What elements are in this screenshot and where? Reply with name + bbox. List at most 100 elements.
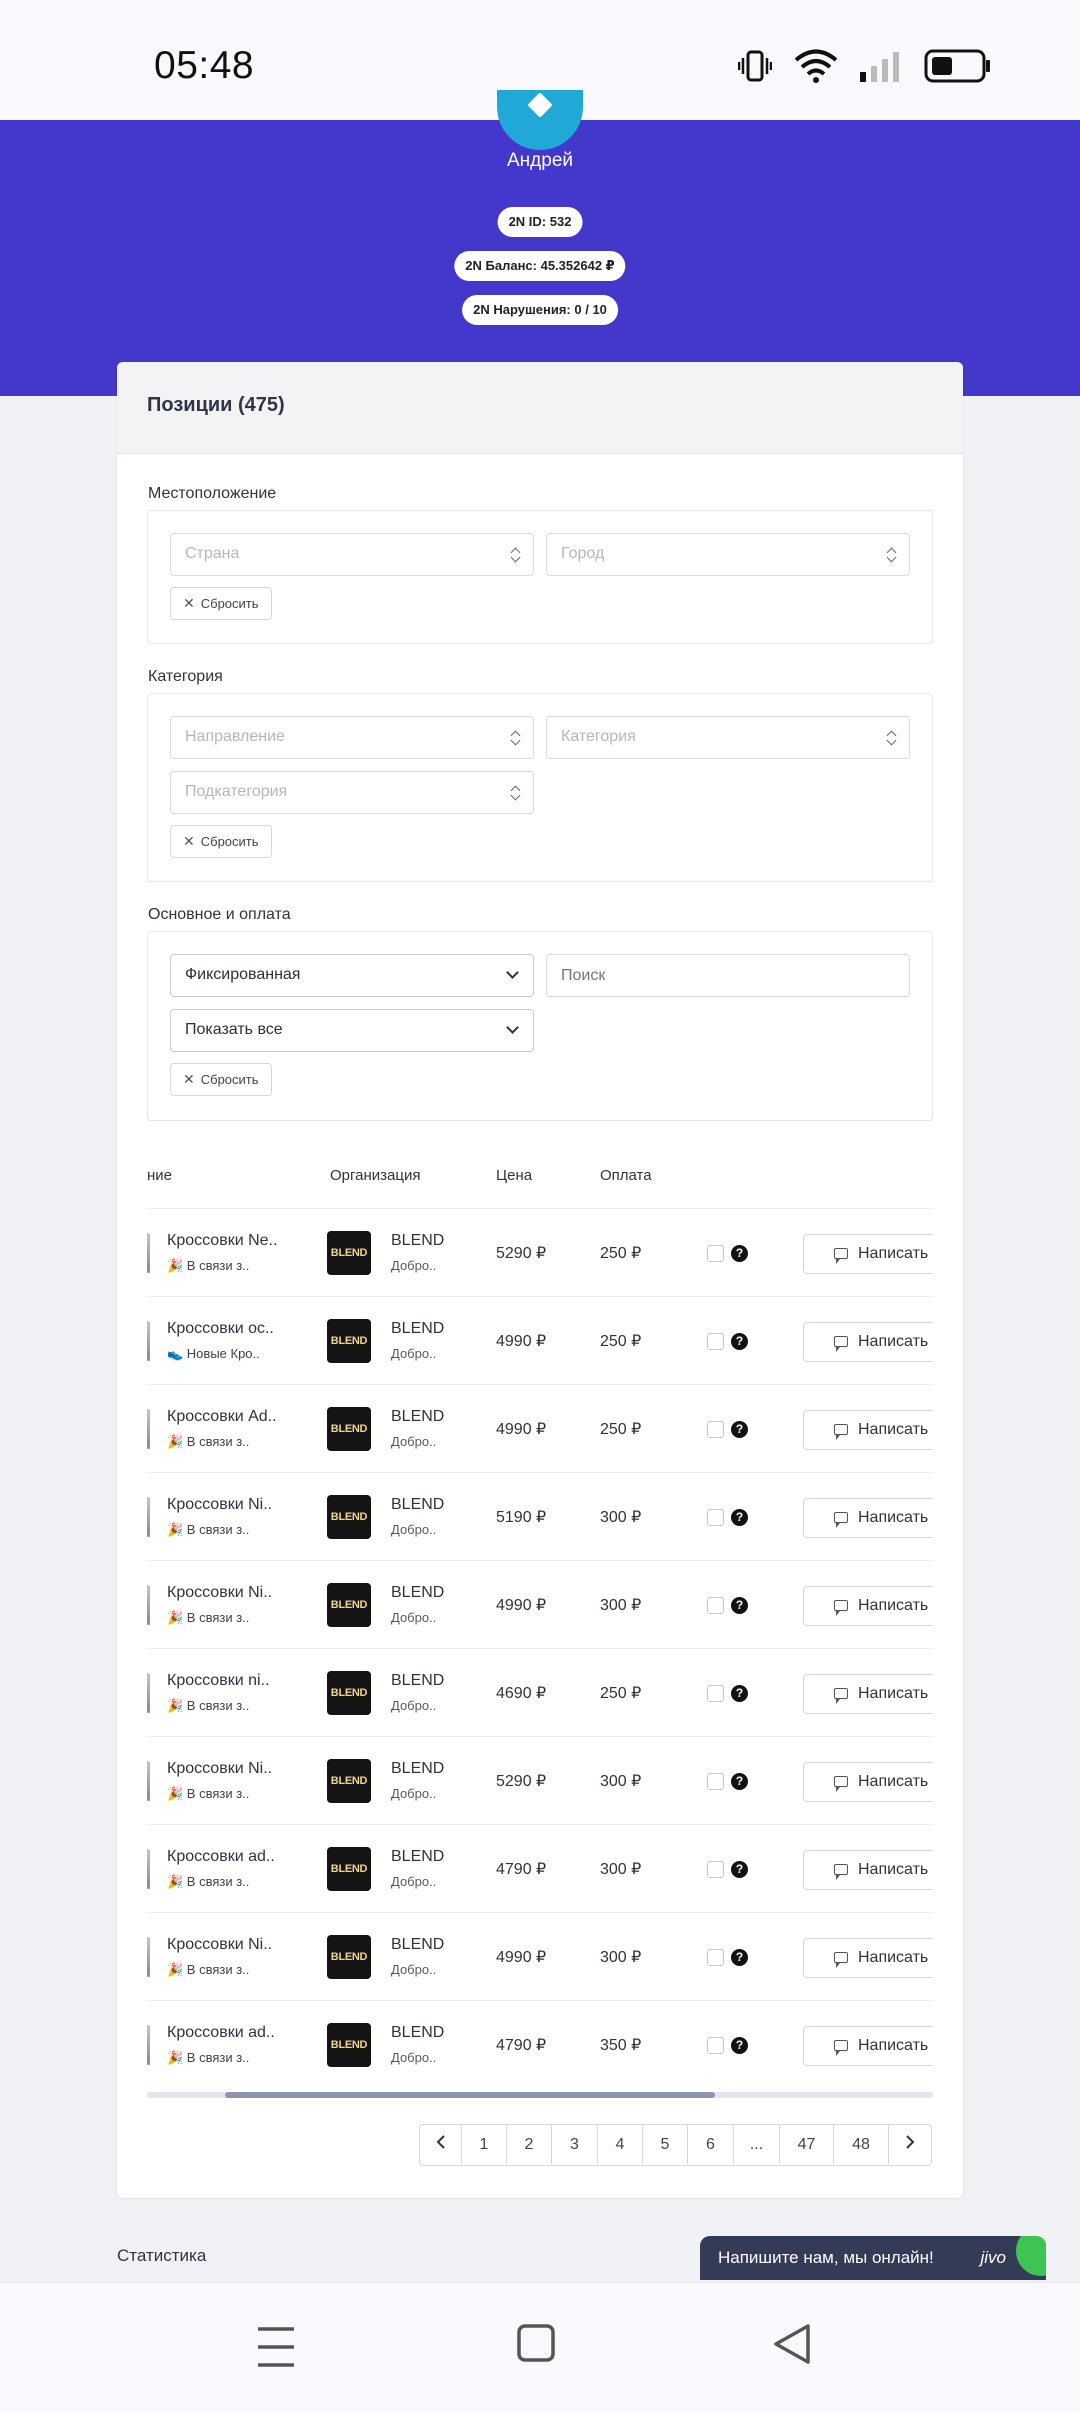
close-icon: ✕ — [183, 833, 195, 849]
org-name[interactable]: BLEND — [391, 1936, 444, 1954]
help-icon[interactable]: ? — [731, 1685, 748, 1702]
category-select[interactable]: Категория — [546, 716, 910, 759]
help-icon[interactable]: ? — [731, 1421, 748, 1438]
help-icon[interactable]: ? — [731, 1861, 748, 1878]
row-checkbox[interactable] — [707, 2037, 724, 2054]
main-reset-button[interactable]: ✕ Сбросить — [170, 1063, 272, 1096]
product-desc: 🎉 В связи з.. — [167, 1698, 250, 1713]
product-name[interactable]: Кроссовки Ne.. — [167, 1232, 277, 1250]
org-name[interactable]: BLEND — [391, 1584, 444, 1602]
product-name[interactable]: Кроссовки Ni.. — [167, 1584, 272, 1602]
table-row[interactable]: Кроссовки ni.. 🎉 В связи з.. BLEND BLEND… — [147, 1648, 933, 1736]
row-checkbox[interactable] — [707, 1509, 724, 1526]
help-icon[interactable]: ? — [731, 1509, 748, 1526]
write-button[interactable]: Написать — [803, 1674, 933, 1714]
chat-widget[interactable]: Напишите нам, мы онлайн! jivo — [700, 2236, 1046, 2280]
write-button[interactable]: Написать — [803, 1498, 933, 1538]
page-button[interactable]: 4 — [598, 2125, 643, 2164]
page-button[interactable]: 5 — [643, 2125, 688, 2164]
category-select-placeholder: Категория — [561, 728, 636, 745]
subcategory-select[interactable]: Подкатегория — [170, 771, 534, 814]
page-button[interactable]: 48 — [834, 2125, 889, 2164]
write-button[interactable]: Написать — [803, 1762, 933, 1802]
row-checkbox[interactable] — [707, 1861, 724, 1878]
search-input[interactable] — [546, 954, 910, 997]
table-row[interactable]: Кроссовки Ad.. 🎉 В связи з.. BLEND BLEND… — [147, 1384, 933, 1472]
org-name[interactable]: BLEND — [391, 1760, 444, 1778]
location-reset-button[interactable]: ✕ Сбросить — [170, 587, 272, 620]
org-name[interactable]: BLEND — [391, 1672, 444, 1690]
country-select[interactable]: Страна — [170, 533, 534, 576]
product-name[interactable]: Кроссовки Ni.. — [167, 1760, 272, 1778]
product-name[interactable]: Кроссовки ni.. — [167, 1672, 269, 1690]
table-row[interactable]: Кроссовки Ni.. 🎉 В связи з.. BLEND BLEND… — [147, 1912, 933, 2000]
row-checkbox[interactable] — [707, 1333, 724, 1350]
table-row[interactable]: Кроссовки ad.. 🎉 В связи з.. BLEND BLEND… — [147, 2000, 933, 2088]
show-select[interactable]: Показать все — [170, 1009, 534, 1052]
pagination: 1 2 3 4 5 6 ... 47 48 — [419, 2124, 932, 2166]
horizontal-scrollbar[interactable] — [147, 2092, 933, 2098]
prev-page-button[interactable] — [420, 2125, 462, 2164]
main-filter-box: Фиксированная Показать все ✕ Сбросить — [147, 931, 933, 1121]
back-icon[interactable] — [772, 2323, 812, 2365]
write-button[interactable]: Написать — [803, 1586, 933, 1626]
row-checkbox[interactable] — [707, 1421, 724, 1438]
product-name[interactable]: Кроссовки Ni.. — [167, 1496, 272, 1514]
table-row[interactable]: Кроссовки Ni.. 🎉 В связи з.. BLEND BLEND… — [147, 1736, 933, 1824]
write-button[interactable]: Написать — [803, 1234, 933, 1274]
page-button[interactable]: 2 — [507, 2125, 552, 2164]
category-section-title: Категория — [148, 668, 223, 685]
write-button[interactable]: Написать — [803, 2026, 933, 2066]
menu-icon[interactable] — [256, 2325, 296, 2369]
help-icon[interactable]: ? — [731, 1949, 748, 1966]
next-page-button[interactable] — [889, 2125, 931, 2164]
row-checkbox[interactable] — [707, 1949, 724, 1966]
help-icon[interactable]: ? — [731, 2037, 748, 2054]
close-icon: ✕ — [183, 1071, 195, 1087]
org-name[interactable]: BLEND — [391, 2024, 444, 2042]
direction-select[interactable]: Направление — [170, 716, 534, 759]
org-name[interactable]: BLEND — [391, 1408, 444, 1426]
page-button[interactable]: 47 — [780, 2125, 834, 2164]
table-row[interactable]: Кроссовки Ni.. 🎉 В связи з.. BLEND BLEND… — [147, 1472, 933, 1560]
product-name[interactable]: Кроссовки Ni.. — [167, 1936, 272, 1954]
product-name[interactable]: Кроссовки ос.. — [167, 1320, 274, 1338]
page-button[interactable]: 1 — [462, 2125, 507, 2164]
category-reset-button[interactable]: ✕ Сбросить — [170, 825, 272, 858]
write-button[interactable]: Написать — [803, 1322, 933, 1362]
row-checkbox[interactable] — [707, 1245, 724, 1262]
city-select[interactable]: Город — [546, 533, 910, 576]
help-icon[interactable]: ? — [731, 1333, 748, 1350]
page-button[interactable]: 3 — [552, 2125, 598, 2164]
row-checkbox[interactable] — [707, 1685, 724, 1702]
product-name[interactable]: Кроссовки ad.. — [167, 2024, 275, 2042]
row-checkbox[interactable] — [707, 1773, 724, 1790]
table-row[interactable]: Кроссовки ad.. 🎉 В связи з.. BLEND BLEND… — [147, 1824, 933, 1912]
org-name[interactable]: BLEND — [391, 1232, 444, 1250]
org-name[interactable]: BLEND — [391, 1496, 444, 1514]
write-button[interactable]: Написать — [803, 1410, 933, 1450]
scrollbar-thumb[interactable] — [225, 2092, 715, 2098]
reset-label: Сбросить — [200, 1072, 259, 1087]
product-name[interactable]: Кроссовки ad.. — [167, 1848, 275, 1866]
help-icon[interactable]: ? — [731, 1597, 748, 1614]
price: 5190 ₽ — [496, 1509, 547, 1526]
write-button[interactable]: Написать — [803, 1850, 933, 1890]
product-name[interactable]: Кроссовки Ad.. — [167, 1408, 277, 1426]
write-button[interactable]: Написать — [803, 1938, 933, 1978]
product-thumb — [147, 1497, 150, 1537]
home-icon[interactable] — [516, 2323, 556, 2363]
page-button[interactable]: 6 — [688, 2125, 734, 2164]
subcategory-select-placeholder: Подкатегория — [185, 783, 288, 800]
online-indicator — [1016, 2236, 1046, 2276]
table-row[interactable]: Кроссовки Ni.. 🎉 В связи з.. BLEND BLEND… — [147, 1560, 933, 1648]
org-name[interactable]: BLEND — [391, 1848, 444, 1866]
row-checkbox[interactable] — [707, 1597, 724, 1614]
help-icon[interactable]: ? — [731, 1773, 748, 1790]
table-row[interactable]: Кроссовки ос.. 👟 Новые Кро.. BLEND BLEND… — [147, 1296, 933, 1384]
help-icon[interactable]: ? — [731, 1245, 748, 1262]
payment-type-select[interactable]: Фиксированная — [170, 954, 534, 997]
table-row[interactable]: Кроссовки Ne.. 🎉 В связи з.. BLEND BLEND… — [147, 1208, 933, 1296]
org-name[interactable]: BLEND — [391, 1320, 444, 1338]
avatar[interactable] — [497, 90, 583, 150]
